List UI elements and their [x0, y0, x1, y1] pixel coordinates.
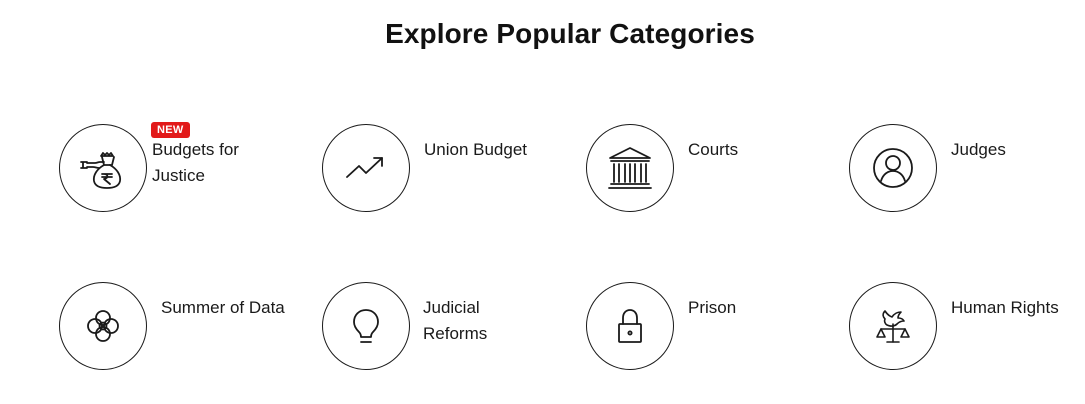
person-icon	[873, 148, 913, 188]
category-label: Budgets for Justice	[152, 140, 239, 185]
category-label: Courts	[688, 140, 739, 159]
courthouse-icon	[608, 147, 652, 189]
category-label: Union Budget	[424, 140, 528, 159]
padlock-icon	[618, 309, 642, 343]
money-bag-rupee-icon	[80, 152, 122, 189]
category-icon-circle	[586, 282, 674, 370]
category-label: Prison	[688, 298, 737, 317]
category-courts[interactable]: Courts	[586, 124, 806, 214]
category-human-rights[interactable]: Human Rights	[849, 282, 1074, 372]
category-icon-circle	[322, 282, 410, 370]
category-judicial-reforms[interactable]: Judicial Reforms	[322, 282, 542, 372]
category-icon-circle	[59, 282, 147, 370]
category-icon-circle	[59, 124, 147, 212]
category-prison[interactable]: Prison	[586, 282, 806, 372]
category-budgets-for-justice[interactable]: NEW Budgets for Justice	[59, 122, 289, 214]
category-label: Judges	[951, 140, 1006, 159]
category-icon-circle	[322, 124, 410, 212]
category-summer-of-data[interactable]: Summer of Data	[59, 282, 299, 372]
flower-icon	[87, 310, 119, 342]
category-label: Summer of Data	[161, 298, 285, 317]
category-judges[interactable]: Judges	[849, 124, 1069, 214]
section-title: Explore Popular Categories	[385, 18, 755, 49]
category-icon-circle	[586, 124, 674, 212]
dove-scales-icon	[876, 310, 910, 343]
trending-up-icon	[346, 157, 383, 178]
category-icon-circle	[849, 124, 937, 212]
category-label: Human Rights	[951, 298, 1059, 317]
lightbulb-icon	[353, 309, 379, 343]
new-badge: NEW	[151, 122, 190, 138]
category-icon-circle	[849, 282, 937, 370]
category-label: Judicial Reforms	[423, 298, 488, 343]
category-union-budget[interactable]: Union Budget	[322, 124, 552, 214]
